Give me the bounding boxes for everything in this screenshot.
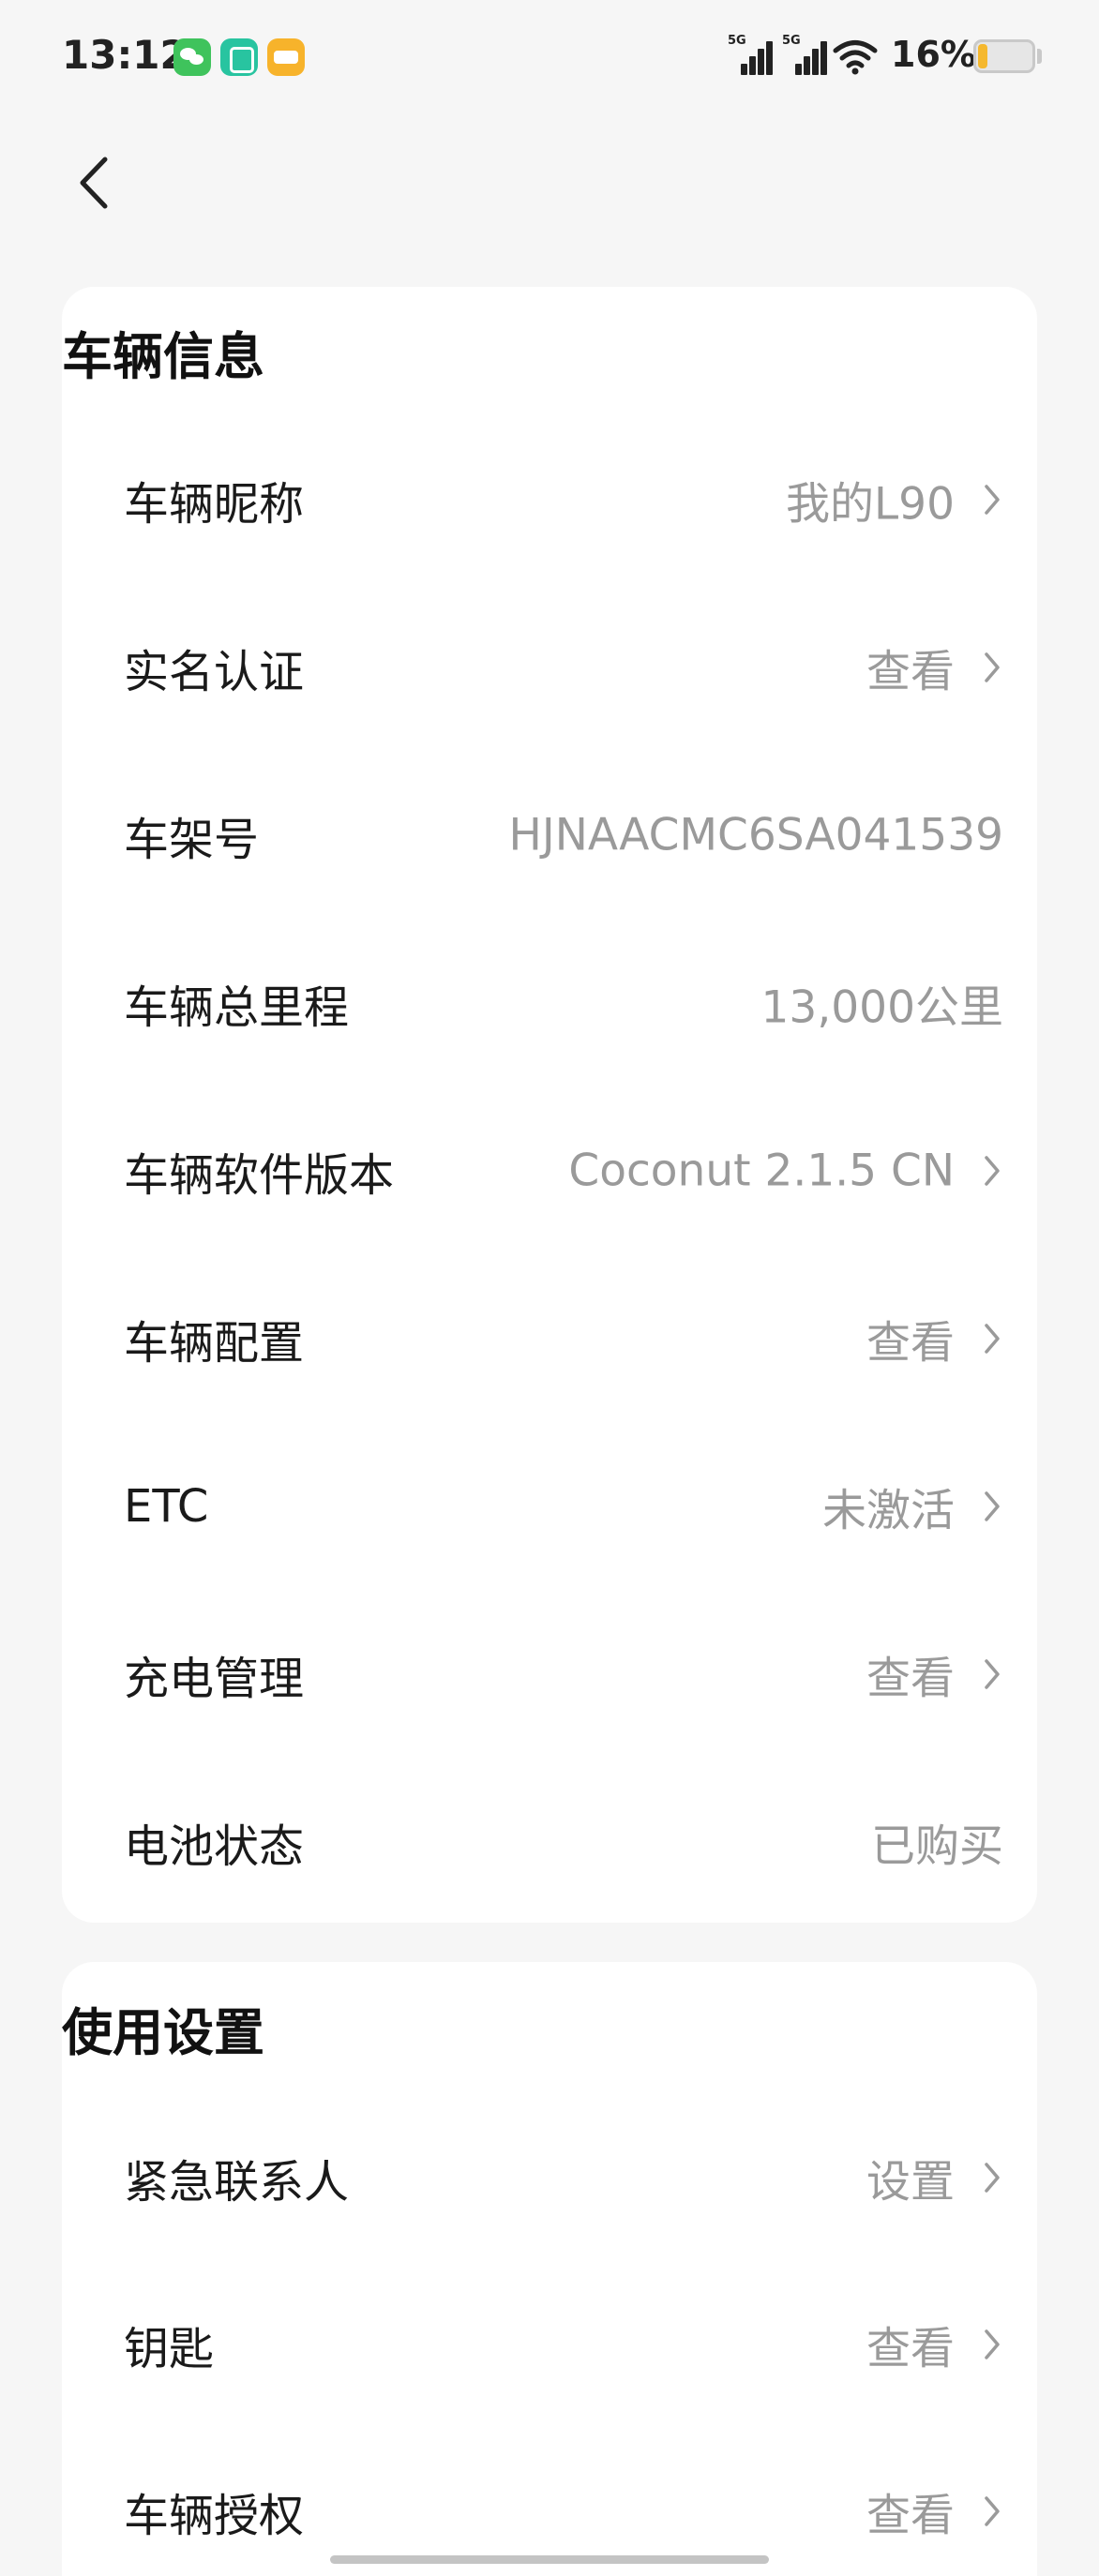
battery-level — [978, 44, 987, 68]
vehicle-info-row-label: ETC — [124, 1480, 209, 1533]
home-indicator[interactable] — [330, 2555, 769, 2564]
notes-icon — [267, 38, 305, 76]
chevron-right-icon — [985, 1659, 1000, 1689]
vehicle-info-row-value: 查看 — [866, 1653, 955, 1705]
signal-icon-sim2: 5G — [782, 34, 827, 75]
status-bar: 13:12 5G 5G 16% — [0, 0, 1099, 112]
usage-settings-row[interactable]: 紧急联系人 设置 — [62, 2094, 1037, 2261]
vehicle-info-row-label: 车辆总里程 — [124, 981, 350, 1034]
vehicle-info-row: 车辆总里程 13,000公里 — [62, 920, 1037, 1086]
vehicle-info-row[interactable]: 车辆昵称 我的L90 — [62, 416, 1037, 583]
signal-label: 5G — [782, 34, 801, 48]
vehicle-info-title: 车辆信息 — [62, 327, 264, 386]
battery-tip — [1037, 49, 1042, 64]
usage-settings-row-label: 钥匙 — [124, 2323, 215, 2375]
chevron-right-icon — [985, 1491, 1000, 1521]
usage-settings-row-value: 查看 — [866, 2490, 955, 2542]
battery-icon — [973, 39, 1035, 73]
vehicle-info-row-value: 我的L90 — [786, 478, 955, 531]
wifi-icon — [833, 40, 878, 75]
usage-settings-title: 使用设置 — [62, 2003, 264, 2062]
vehicle-info-row-value: HJNAACMC6SA041539 — [508, 809, 1003, 861]
vehicle-info-row-label: 车辆软件版本 — [124, 1149, 395, 1202]
vehicle-info-row-label: 车辆配置 — [124, 1317, 305, 1370]
mi-home-icon — [220, 38, 258, 76]
vehicle-info-row-label: 车辆昵称 — [124, 478, 305, 531]
chevron-right-icon — [985, 652, 1000, 682]
vehicle-info-row-label: 实名认证 — [124, 646, 305, 698]
vehicle-info-row: 车架号 HJNAACMC6SA041539 — [62, 752, 1037, 919]
wechat-icon — [173, 38, 211, 76]
vehicle-info-row[interactable]: 实名认证 查看 — [62, 584, 1037, 751]
status-time: 13:12 — [62, 32, 188, 78]
battery-percent: 16% — [891, 34, 976, 75]
usage-settings-row-value: 设置 — [866, 2156, 955, 2209]
chevron-right-icon — [985, 2163, 1000, 2193]
signal-icon-sim1: 5G — [728, 34, 773, 75]
usage-settings-row-label: 紧急联系人 — [124, 2156, 350, 2209]
chevron-right-icon — [985, 2329, 1000, 2359]
vehicle-info-row[interactable]: ETC 未激活 — [62, 1423, 1037, 1590]
vehicle-info-row-value: 已购买 — [871, 1820, 1003, 1873]
chevron-right-icon — [985, 2496, 1000, 2526]
chevron-right-icon — [985, 485, 1000, 515]
signal-label: 5G — [728, 34, 746, 48]
vehicle-info-row-value: 未激活 — [822, 1485, 955, 1537]
vehicle-settings-page: 13:12 5G 5G 16% 车辆信息 车辆昵称 我的L90 实名认证 查看 … — [0, 0, 1099, 2576]
vehicle-info-row: 电池状态 已购买 — [62, 1759, 1037, 1925]
vehicle-info-row[interactable]: 车辆软件版本 Coconut 2.1.5 CN — [62, 1087, 1037, 1254]
usage-settings-row-value: 查看 — [866, 2323, 955, 2375]
vehicle-info-row-value: 查看 — [866, 1317, 955, 1370]
vehicle-info-row-label: 电池状态 — [124, 1820, 305, 1873]
vehicle-info-row-value: Coconut 2.1.5 CN — [568, 1145, 955, 1197]
back-arrow-icon[interactable] — [62, 141, 128, 225]
vehicle-info-row-label: 车架号 — [124, 814, 260, 866]
vehicle-info-row[interactable]: 车辆配置 查看 — [62, 1255, 1037, 1422]
usage-settings-row[interactable]: 钥匙 查看 — [62, 2261, 1037, 2428]
vehicle-info-row-label: 充电管理 — [124, 1653, 305, 1705]
usage-settings-row[interactable]: 车辆授权 查看 — [62, 2428, 1037, 2576]
vehicle-info-row[interactable]: 充电管理 查看 — [62, 1591, 1037, 1758]
chevron-right-icon — [985, 1156, 1000, 1186]
vehicle-info-row-value: 13,000公里 — [760, 981, 1003, 1034]
vehicle-info-row-value: 查看 — [866, 646, 955, 698]
chevron-right-icon — [985, 1324, 1000, 1354]
usage-settings-row-label: 车辆授权 — [124, 2490, 305, 2542]
